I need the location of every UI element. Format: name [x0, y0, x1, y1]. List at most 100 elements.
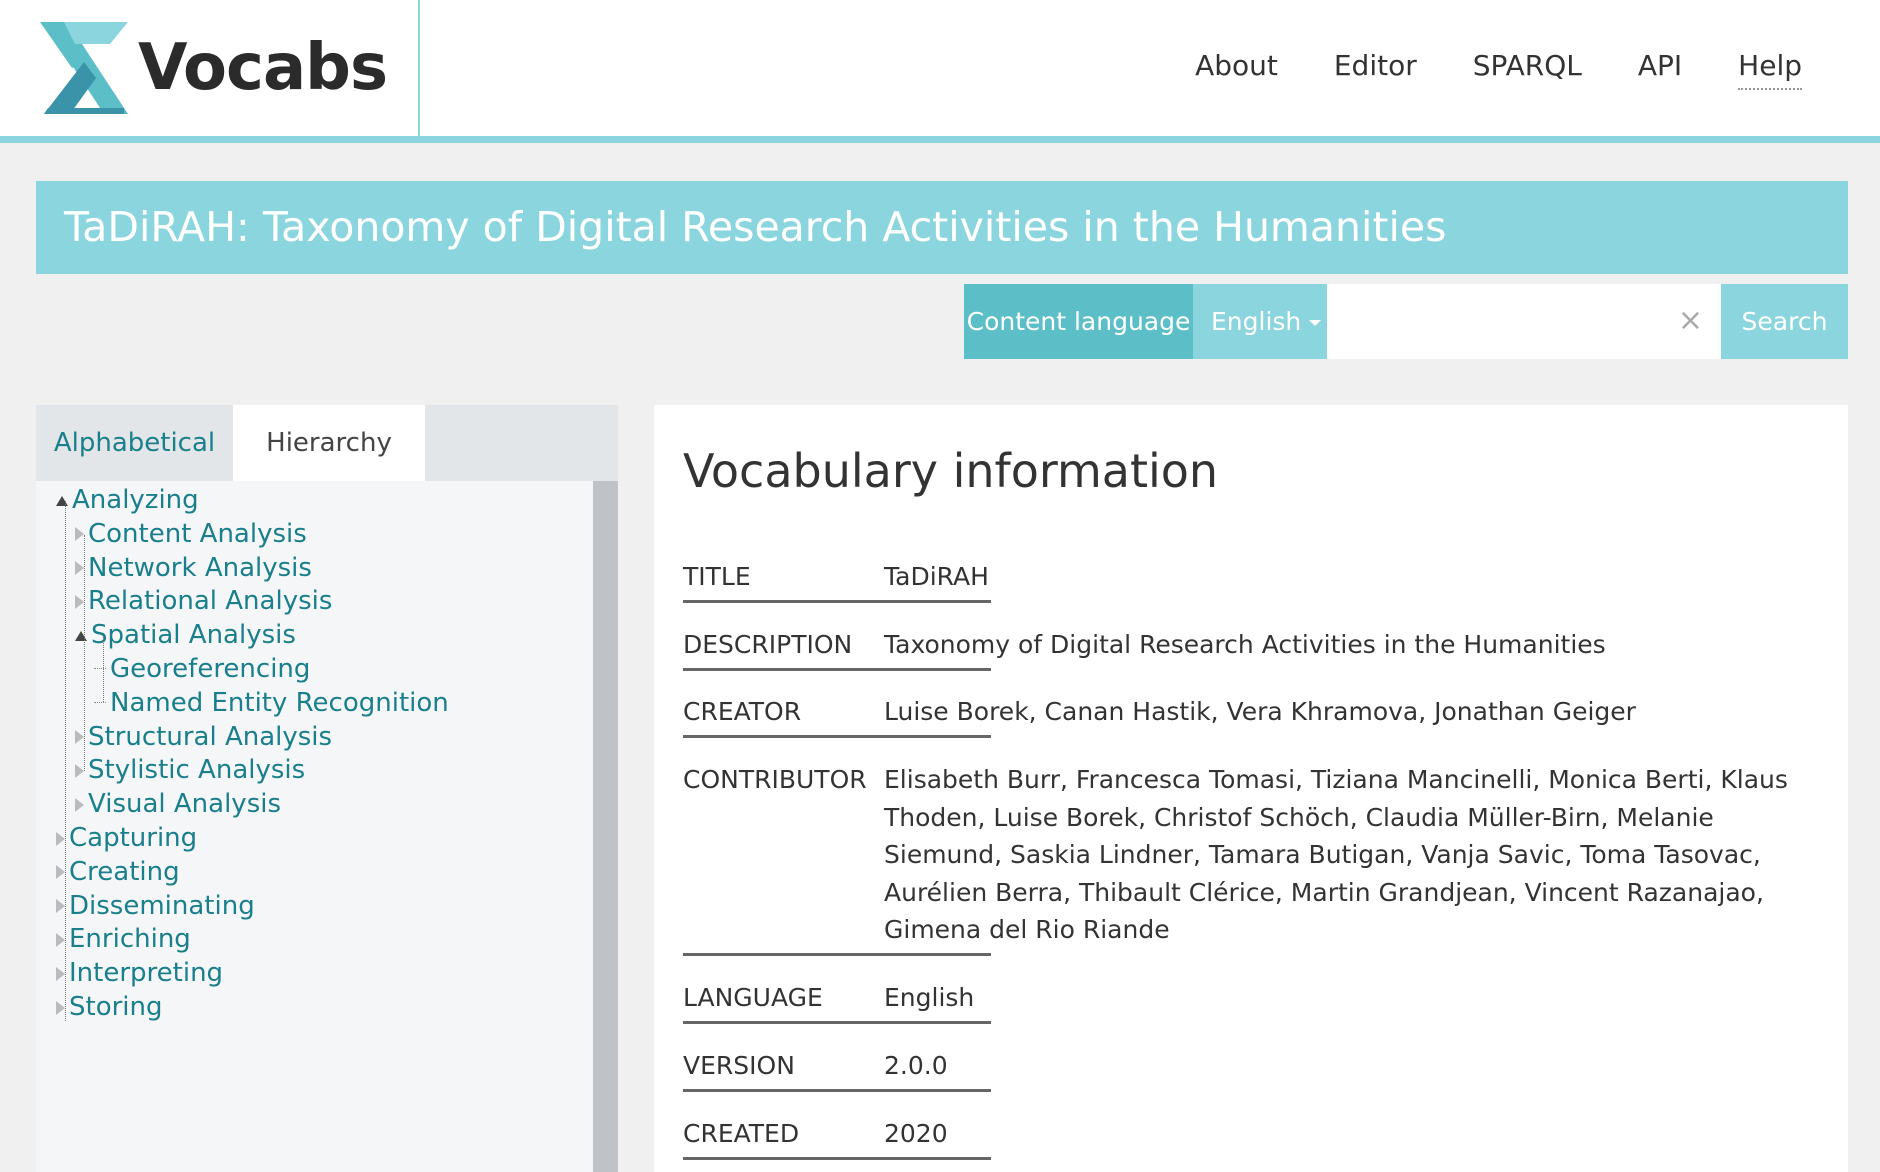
tree-node[interactable]: Stylistic Analysis [75, 753, 305, 787]
tree-node[interactable]: Structural Analysis [75, 720, 332, 754]
tree-node-label[interactable]: Georeferencing [110, 654, 310, 684]
info-label: DESCRIPTION [683, 630, 853, 659]
caret-down-icon [1309, 320, 1322, 326]
search-field[interactable]: × [1327, 284, 1721, 359]
collapsed-toggle-icon[interactable] [75, 763, 84, 778]
search-input[interactable] [1343, 284, 1683, 359]
collapsed-toggle-icon[interactable] [56, 865, 65, 880]
row-divider [683, 1089, 991, 1092]
vocabulary-info-panel: Vocabulary information TITLE TaDiRAH DESCR… [654, 405, 1848, 1172]
tree-node[interactable]: Creating [56, 855, 180, 889]
tree-node-label[interactable]: Interpreting [69, 958, 223, 988]
info-value: 2020 [884, 1119, 948, 1148]
collapsed-toggle-icon[interactable] [56, 831, 65, 846]
row-divider [683, 953, 991, 956]
main-nav: About Editor SPARQL API Help [1195, 44, 1802, 90]
tree-node-label[interactable]: Enriching [69, 924, 191, 954]
tree-guide-line [84, 535, 85, 771]
vocabs-logo-icon [40, 22, 128, 114]
row-divider [683, 1021, 991, 1024]
row-divider [683, 600, 991, 603]
info-label: VERSION [683, 1051, 795, 1080]
tree-node-label[interactable]: Named Entity Recognition [110, 688, 449, 718]
info-label: TITLE [683, 562, 751, 591]
tree-node-label[interactable]: Content Analysis [88, 519, 307, 549]
clear-icon[interactable]: × [1678, 304, 1703, 338]
sidebar-scrollbar[interactable] [593, 481, 618, 1172]
tree-node[interactable]: Visual Analysis [75, 787, 281, 821]
nav-help[interactable]: Help [1738, 44, 1802, 90]
content-language-dropdown[interactable]: English [1193, 284, 1327, 359]
tree-node-label[interactable]: Network Analysis [88, 553, 312, 583]
info-value: Elisabeth Burr, Francesca Tomasi, Tizian… [884, 765, 1788, 944]
tab-hierarchy[interactable]: Hierarchy [233, 405, 425, 481]
sidebar-panel: Alphabetical Hierarchy Analyzing Content … [36, 405, 618, 1172]
tree-node-label[interactable]: Spatial Analysis [91, 620, 296, 650]
tree-node-label[interactable]: Relational Analysis [88, 586, 332, 616]
row-divider [683, 1157, 991, 1160]
tree-node[interactable]: Network Analysis [75, 551, 312, 585]
info-value: 2.0.0 [884, 1051, 948, 1080]
search-button[interactable]: Search [1721, 284, 1848, 359]
tree-connector-icon [94, 701, 106, 703]
collapsed-toggle-icon[interactable] [56, 899, 65, 914]
vocabulary-title[interactable]: TaDiRAH: Taxonomy of Digital Research Ac… [64, 199, 1446, 255]
sidebar-tabs: Alphabetical Hierarchy [36, 405, 618, 481]
tree-node-label[interactable]: Visual Analysis [88, 789, 281, 819]
row-divider [683, 735, 991, 738]
tree-node[interactable]: Analyzing [56, 483, 199, 517]
logo-link[interactable]: Vocabs [0, 0, 420, 136]
tree-connector-icon [94, 668, 106, 669]
vocabulary-banner: TaDiRAH: Taxonomy of Digital Research Ac… [36, 181, 1848, 274]
info-value: English [884, 983, 975, 1012]
nav-sparql[interactable]: SPARQL [1473, 44, 1582, 90]
tree-node[interactable]: Spatial Analysis [75, 618, 296, 652]
collapsed-toggle-icon[interactable] [75, 561, 84, 576]
search-bar: Content language English × Search [964, 284, 1848, 359]
nav-editor[interactable]: Editor [1334, 44, 1417, 90]
panel-heading: Vocabulary information [683, 444, 1219, 498]
tree-node-label[interactable]: Analyzing [72, 485, 199, 515]
info-value: Taxonomy of Digital Research Activities … [884, 630, 1606, 659]
tree-guide-line [65, 501, 66, 1021]
nav-about[interactable]: About [1195, 44, 1278, 90]
tree-node-label[interactable]: Storing [69, 992, 163, 1022]
nav-api[interactable]: API [1638, 44, 1682, 90]
expanded-toggle-icon[interactable] [56, 495, 68, 506]
tree-node[interactable]: Storing [56, 990, 163, 1024]
site-header: Vocabs About Editor SPARQL API Help [0, 0, 1880, 143]
info-value: TaDiRAH [884, 562, 989, 591]
tree-node-label[interactable]: Structural Analysis [88, 722, 332, 752]
tree-node[interactable]: Interpreting [56, 956, 223, 990]
collapsed-toggle-icon[interactable] [56, 932, 65, 947]
tree-node[interactable]: Named Entity Recognition [94, 686, 449, 720]
tab-alphabetical[interactable]: Alphabetical [36, 405, 233, 481]
collapsed-toggle-icon[interactable] [56, 966, 65, 981]
collapsed-toggle-icon[interactable] [75, 730, 84, 745]
content-language-value: English [1211, 307, 1302, 336]
tree-node[interactable]: Capturing [56, 821, 197, 855]
tree-node[interactable]: Content Analysis [75, 517, 307, 551]
hierarchy-tree: Analyzing Content Analysis Network Analysi… [36, 481, 618, 1172]
tree-node[interactable]: Georeferencing [94, 652, 310, 686]
tree-node[interactable]: Disseminating [56, 889, 255, 923]
tree-guide-line [103, 636, 104, 702]
content-language-label: Content language [964, 284, 1193, 359]
collapsed-toggle-icon[interactable] [56, 1000, 65, 1015]
info-label: CREATOR [683, 697, 802, 726]
tree-node-label[interactable]: Stylistic Analysis [88, 755, 305, 785]
collapsed-toggle-icon[interactable] [75, 797, 84, 812]
info-label: LANGUAGE [683, 983, 823, 1012]
row-divider [683, 668, 991, 671]
info-label: CONTRIBUTOR [683, 765, 867, 794]
collapsed-toggle-icon[interactable] [75, 594, 84, 609]
tree-node-label[interactable]: Disseminating [69, 891, 255, 921]
tree-node-label[interactable]: Capturing [69, 823, 197, 853]
info-label: CREATED [683, 1119, 800, 1148]
collapsed-toggle-icon[interactable] [75, 527, 84, 542]
logo-text: Vocabs [138, 31, 388, 105]
tree-node-label[interactable]: Creating [69, 857, 180, 887]
tree-node[interactable]: Relational Analysis [75, 584, 332, 618]
tree-node[interactable]: Enriching [56, 922, 191, 956]
expanded-toggle-icon[interactable] [75, 630, 87, 641]
